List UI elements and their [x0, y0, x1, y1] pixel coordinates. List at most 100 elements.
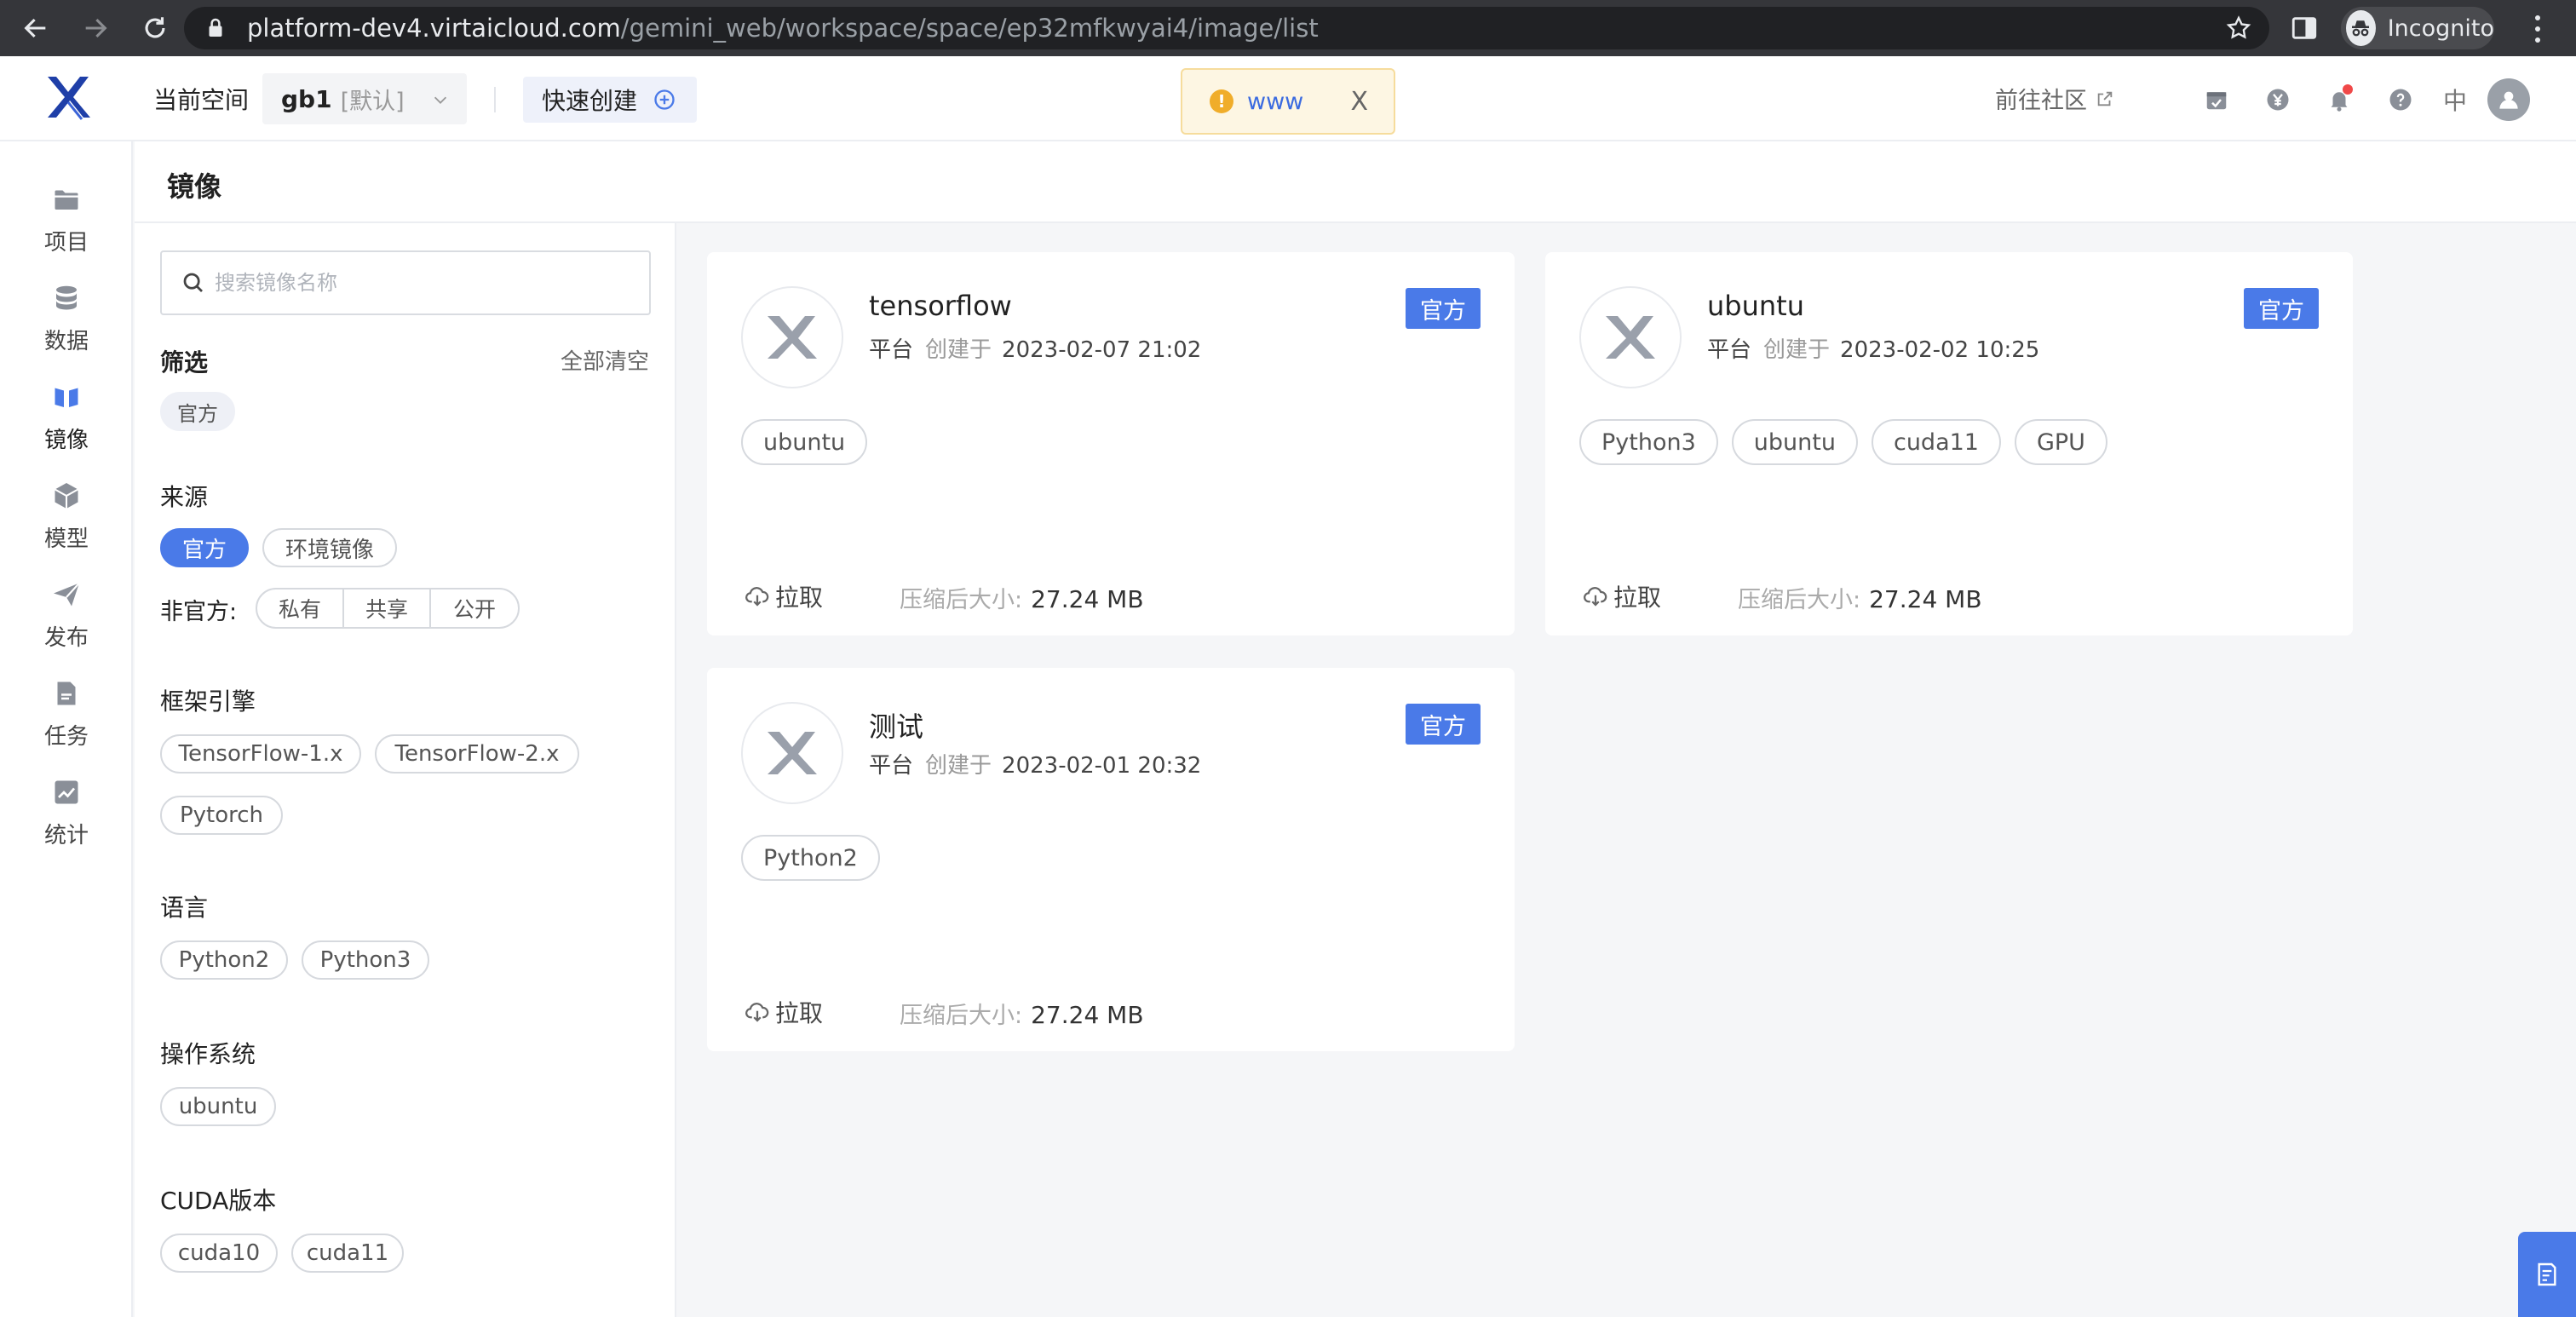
image-tag: Python2 — [741, 835, 880, 881]
current-space-label: 当前空间 — [153, 86, 250, 114]
toast-close-button[interactable]: X — [1350, 87, 1368, 117]
bookmark-star-icon[interactable] — [2225, 14, 2252, 42]
url-text: platform-dev4.virtaicloud.com/gemini_web… — [247, 14, 1319, 43]
framework-chip[interactable]: TensorFlow-1.x — [160, 734, 361, 774]
cloud-download-icon — [1584, 587, 1607, 607]
nav-item-label: 任务 — [43, 724, 89, 750]
framework-chip[interactable]: TensorFlow-2.x — [375, 734, 579, 774]
size-value: 27.24 MB — [1031, 585, 1144, 613]
unofficial-shared-option[interactable]: 共享 — [344, 589, 431, 627]
browser-menu-icon[interactable] — [2527, 12, 2549, 46]
image-size: 压缩后大小: 27.24 MB — [1738, 581, 1982, 614]
size-label: 压缩后大小: — [900, 587, 1023, 613]
cuda-chip[interactable]: cuda11 — [291, 1234, 404, 1273]
language-chip[interactable]: Python3 — [302, 940, 429, 980]
filter-title: 筛选 — [160, 348, 209, 377]
created-time: 2023-02-07 21:02 — [1002, 337, 1202, 363]
image-meta: 平台 创建于 2023-02-01 20:32 — [869, 748, 1201, 779]
space-name: gb1 — [281, 84, 332, 113]
source-env-image-chip[interactable]: 环境镜像 — [262, 528, 397, 567]
image-name[interactable]: 测试 — [869, 705, 923, 745]
source-section-title: 来源 — [160, 483, 209, 511]
pull-button[interactable]: 拉取 — [1583, 579, 1661, 613]
reload-icon[interactable] — [135, 8, 175, 49]
filter-panel: 筛选 全部清空 官方 来源 官方 环境镜像 非官方: 私有 共享 公开 框架引擎… — [135, 223, 676, 1317]
side-panel-icon[interactable] — [2290, 14, 2319, 43]
nav-item-images[interactable]: 镜像 — [0, 382, 133, 467]
warning-icon: ! — [1210, 89, 1233, 113]
selected-filter-tag[interactable]: 官方 — [160, 392, 235, 431]
created-time: 2023-02-02 10:25 — [1840, 337, 2040, 363]
edit-note-icon — [2538, 1262, 2556, 1286]
image-owner: 平台 — [1707, 337, 1752, 363]
cloud-download-icon — [745, 1003, 769, 1022]
official-badge: 官方 — [2244, 288, 2319, 329]
nav-item-statistics[interactable]: 统计 — [0, 777, 133, 862]
forward-icon[interactable] — [75, 8, 116, 49]
image-name[interactable]: tensorflow — [869, 290, 1012, 322]
nav-item-projects[interactable]: 项目 — [0, 184, 133, 269]
cuda-section-title: CUDA版本 — [160, 1187, 277, 1215]
back-icon[interactable] — [15, 8, 56, 49]
toast-message: www — [1247, 88, 1304, 115]
tag-list: ubuntu — [741, 419, 881, 465]
incognito-icon — [2346, 10, 2376, 46]
search-icon — [183, 273, 203, 292]
language-chip[interactable]: Python2 — [160, 940, 288, 980]
os-chip[interactable]: ubuntu — [160, 1087, 276, 1126]
pull-button[interactable]: 拉取 — [745, 995, 823, 1029]
nav-item-label: 发布 — [43, 625, 89, 651]
image-tag: cuda11 — [1871, 419, 2001, 465]
framework-section-title: 框架引擎 — [160, 687, 256, 716]
cube-icon — [54, 483, 79, 509]
image-card[interactable]: ubuntu 平台 创建于 2023-02-02 10:25 官方 Python3 … — [1545, 252, 2353, 635]
framework-chip[interactable]: Pytorch — [160, 796, 283, 835]
notification-bell-icon[interactable] — [2320, 81, 2358, 118]
feedback-button[interactable] — [2518, 1232, 2576, 1317]
created-label: 创建于 — [1763, 337, 1831, 363]
nav-item-publish[interactable]: 发布 — [0, 579, 133, 664]
nav-item-label: 模型 — [43, 526, 89, 552]
logo-mark-icon — [768, 732, 817, 774]
search-input[interactable] — [215, 271, 624, 295]
pull-button[interactable]: 拉取 — [745, 579, 823, 613]
incognito-badge[interactable]: Incognito — [2341, 7, 2494, 49]
quick-create-button[interactable]: 快速创建 — [523, 77, 697, 123]
nav-item-data[interactable]: 数据 — [0, 283, 133, 368]
unofficial-public-option[interactable]: 公开 — [431, 589, 518, 627]
source-official-chip[interactable]: 官方 — [160, 528, 249, 567]
warning-toast: ! www X — [1181, 68, 1395, 135]
cuda-chip[interactable]: cuda10 — [160, 1234, 278, 1273]
pull-label: 拉取 — [775, 584, 824, 612]
folder-icon — [55, 190, 78, 210]
search-box[interactable] — [160, 250, 651, 315]
pull-label: 拉取 — [775, 999, 824, 1027]
image-avatar — [1579, 286, 1682, 388]
logo-icon[interactable] — [44, 73, 90, 121]
logo-mark-icon — [768, 316, 817, 359]
image-card[interactable]: 测试 平台 创建于 2023-02-01 20:32 官方 Python2 拉取 压… — [707, 668, 1515, 1051]
unofficial-private-option[interactable]: 私有 — [257, 589, 344, 627]
space-selector[interactable]: gb1 [默认] — [262, 73, 467, 124]
image-name[interactable]: ubuntu — [1707, 290, 1804, 322]
image-owner: 平台 — [869, 337, 914, 363]
nav-item-models[interactable]: 模型 — [0, 480, 133, 566]
community-link[interactable]: 前往社区 — [1995, 82, 2114, 115]
help-icon[interactable] — [2382, 81, 2419, 118]
nav-item-tasks[interactable]: 任务 — [0, 678, 133, 763]
address-bar[interactable]: platform-dev4.virtaicloud.com/gemini_web… — [184, 7, 2269, 49]
cloud-download-icon — [745, 587, 769, 607]
quick-create-label: 快速创建 — [542, 87, 638, 115]
image-icon — [55, 388, 78, 407]
clear-all-button[interactable]: 全部清空 — [561, 344, 649, 376]
image-card[interactable]: tensorflow 平台 创建于 2023-02-07 21:02 官方 ubun… — [707, 252, 1515, 635]
language-switch[interactable]: 中 — [2443, 83, 2467, 117]
chevron-down-icon — [434, 96, 447, 104]
calendar-icon[interactable] — [2198, 81, 2235, 118]
user-avatar[interactable] — [2487, 78, 2531, 121]
currency-icon[interactable] — [2259, 81, 2297, 118]
chart-icon — [55, 780, 78, 804]
nav-item-label: 项目 — [43, 230, 89, 256]
image-tag: ubuntu — [741, 419, 868, 465]
send-icon — [54, 582, 80, 607]
